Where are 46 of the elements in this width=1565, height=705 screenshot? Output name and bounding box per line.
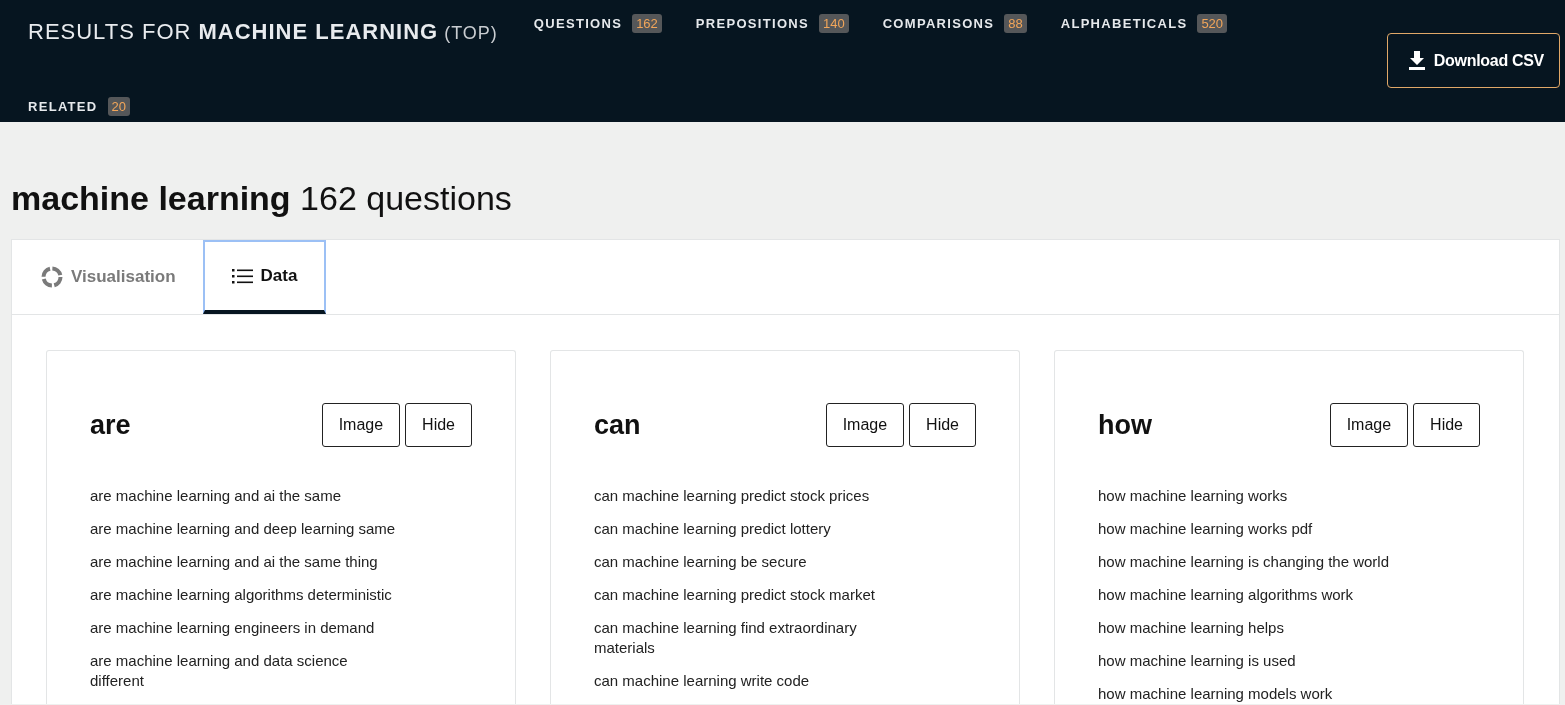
- ring-icon: [41, 266, 63, 288]
- question-link[interactable]: how machine learning works pdf: [1098, 519, 1408, 539]
- question-link[interactable]: can machine learning write code: [594, 671, 904, 691]
- view-tab[interactable]: Visualisation: [12, 240, 203, 314]
- download-icon: [1407, 51, 1426, 70]
- card-action-button[interactable]: Image: [1329, 403, 1409, 447]
- list-icon: [231, 268, 253, 284]
- count-badge: 520: [1197, 13, 1228, 33]
- count-badge: 162: [632, 13, 662, 33]
- question-link[interactable]: how machine learning is used: [1098, 651, 1408, 671]
- card-title: how: [1098, 409, 1153, 441]
- nav-link[interactable]: ALPHABETICALS: [1060, 15, 1188, 31]
- question-link[interactable]: can machine learning predict lottery: [594, 519, 904, 539]
- card-action-button[interactable]: Hide: [1413, 403, 1480, 447]
- question-link[interactable]: how machine learning helps: [1098, 618, 1408, 638]
- nav-link[interactable]: QUESTIONS: [533, 15, 623, 31]
- card-action-button[interactable]: Image: [321, 403, 401, 447]
- count-badge: 88: [1004, 13, 1027, 33]
- question-link[interactable]: are machine learning engineers in demand: [90, 618, 400, 638]
- nav-link[interactable]: PREPOSITIONS: [695, 15, 809, 31]
- question-link[interactable]: are machine learning and ai the same thing: [90, 552, 400, 572]
- question-link[interactable]: can machine learning be secure: [594, 552, 904, 572]
- question-link[interactable]: are machine learning and data science different: [90, 651, 400, 691]
- question-link[interactable]: how machine learning is changing the world: [1098, 552, 1408, 572]
- card-title: are: [90, 409, 132, 441]
- question-link[interactable]: are machine learning and ai the same: [90, 486, 400, 506]
- question-link[interactable]: how machine learning algorithms work: [1098, 585, 1408, 605]
- card-action-button[interactable]: Image: [825, 403, 905, 447]
- question-link[interactable]: how machine learning works: [1098, 486, 1408, 506]
- results-heading: machine learning 162 questions: [11, 178, 513, 219]
- count-badge: 20: [107, 96, 130, 116]
- card-title: can: [594, 409, 642, 441]
- results-title: RESULTS FOR MACHINE LEARNING (TOP): [28, 19, 498, 46]
- question-link[interactable]: how machine learning models work: [1098, 684, 1408, 704]
- card-action-button[interactable]: Hide: [405, 403, 472, 447]
- card-action-button[interactable]: Hide: [909, 403, 976, 447]
- view-tab[interactable]: Data: [202, 240, 327, 314]
- question-link[interactable]: are machine learning and deep learning same: [90, 519, 400, 539]
- nav-link[interactable]: COMPARISONS: [882, 15, 995, 31]
- download-csv-button[interactable]: Download CSV: [1386, 33, 1560, 88]
- question-link[interactable]: can machine learning predict stock market: [594, 585, 904, 605]
- question-link[interactable]: can machine learning find extraordinary materials: [594, 618, 904, 658]
- nav-link[interactable]: RELATED: [28, 98, 98, 114]
- question-link[interactable]: are machine learning algorithms deterministic: [90, 585, 400, 605]
- count-badge: 140: [818, 13, 849, 33]
- question-link[interactable]: can machine learning predict stock prices: [594, 486, 904, 506]
